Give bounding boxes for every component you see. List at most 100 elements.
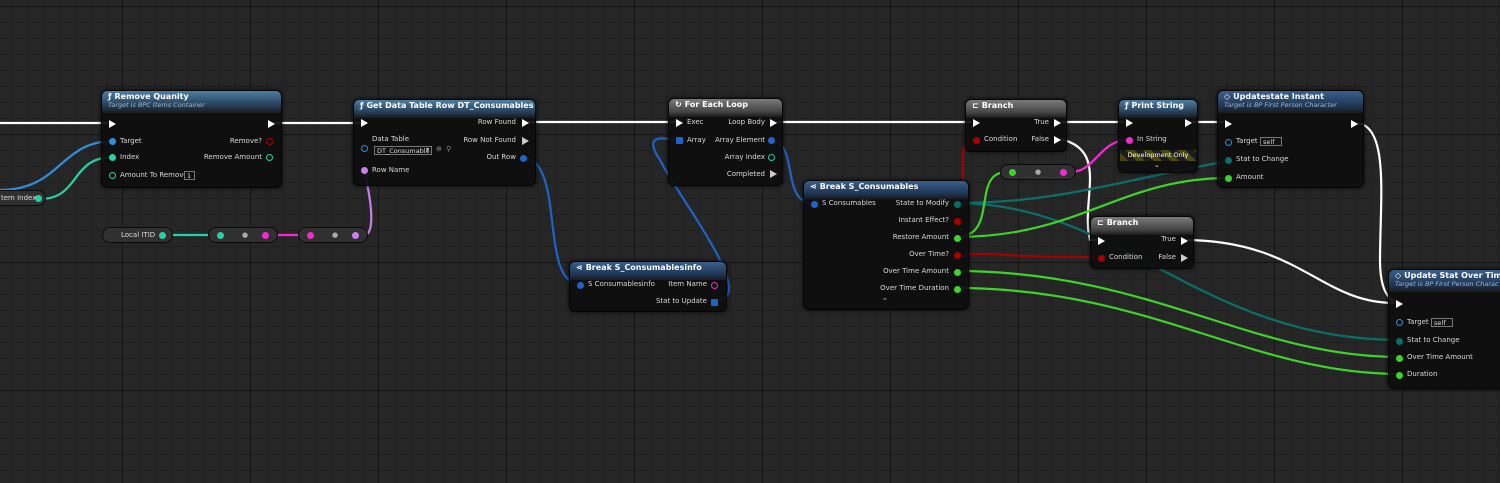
string-output-pin[interactable] bbox=[711, 282, 718, 289]
collapse-icon[interactable]: ⌃ bbox=[882, 297, 888, 305]
bool-output-pin[interactable] bbox=[266, 138, 273, 145]
exec-output-pin[interactable] bbox=[1181, 237, 1188, 245]
chevron-down-icon[interactable]: ⌄ bbox=[1154, 161, 1160, 169]
array-output-pin[interactable] bbox=[711, 299, 718, 306]
string-input-pin[interactable] bbox=[307, 232, 314, 239]
exec-output-pin[interactable] bbox=[1351, 120, 1358, 128]
float-input-pin[interactable] bbox=[1225, 175, 1232, 182]
chevron-down-icon[interactable]: ▾ bbox=[426, 146, 429, 153]
float-output-pin[interactable] bbox=[954, 286, 961, 293]
float-input-pin[interactable] bbox=[1396, 372, 1403, 379]
struct-output-pin[interactable] bbox=[768, 137, 775, 144]
exec-input-pin[interactable] bbox=[1126, 119, 1133, 127]
name-output-pin[interactable] bbox=[352, 232, 359, 239]
updatestate-instant-node[interactable]: ◇ Updatestate Instant Target is BP First … bbox=[1217, 90, 1364, 188]
enum-input-pin[interactable] bbox=[1225, 157, 1232, 164]
node-header[interactable]: ⋖ Break S_Consumablesinfo bbox=[570, 262, 726, 280]
int-input-pin[interactable] bbox=[109, 154, 116, 161]
bool-output-pin[interactable] bbox=[954, 252, 961, 259]
exec-output-pin[interactable] bbox=[1054, 119, 1061, 127]
break-consumablesinfo-node[interactable]: ⋖ Break S_Consumablesinfo S Consumablesin… bbox=[569, 261, 727, 312]
target-input-field[interactable]: self bbox=[1260, 137, 1282, 146]
conversion-icon: ● bbox=[242, 231, 249, 239]
target-label: Target bbox=[120, 137, 142, 145]
exec-output-pin[interactable] bbox=[770, 119, 777, 127]
exec-output-pin[interactable] bbox=[522, 137, 529, 145]
exec-input-pin[interactable] bbox=[1098, 237, 1105, 245]
bool-input-pin[interactable] bbox=[973, 137, 980, 144]
string-output-pin[interactable] bbox=[1060, 169, 1067, 176]
object-input-pin[interactable] bbox=[1396, 319, 1403, 326]
branch-node[interactable]: ⊏ Branch True Condition False bbox=[1090, 216, 1194, 269]
array-input-pin[interactable] bbox=[676, 137, 683, 144]
exec-output-pin[interactable] bbox=[1185, 119, 1192, 127]
exec-input-pin[interactable] bbox=[109, 120, 116, 128]
node-header[interactable]: ⊏ Branch bbox=[1091, 217, 1193, 235]
bool-output-pin[interactable] bbox=[954, 218, 961, 225]
node-header[interactable]: ◇ Updatestate Instant Target is BP First … bbox=[1218, 91, 1363, 113]
exec-input-pin[interactable] bbox=[1225, 120, 1232, 128]
name-input-pin[interactable] bbox=[361, 167, 368, 174]
exec-input-pin[interactable] bbox=[1396, 300, 1403, 308]
node-header[interactable]: ƒ Print String bbox=[1119, 100, 1197, 118]
int-output-pin[interactable] bbox=[266, 154, 273, 161]
remove-quantity-node[interactable]: ƒ Remove Quanity Target is BPC Items Cont… bbox=[101, 90, 282, 188]
false-label: False bbox=[1158, 253, 1176, 261]
object-input-pin[interactable] bbox=[109, 138, 116, 145]
node-header[interactable]: ⋖ Break S_Consumables bbox=[804, 181, 968, 199]
amount-input-field[interactable]: 1 bbox=[184, 171, 195, 180]
exec-input-pin[interactable] bbox=[676, 119, 683, 127]
float-input-pin[interactable] bbox=[1396, 355, 1403, 362]
int-output-pin[interactable] bbox=[35, 195, 42, 202]
int-to-string-node[interactable]: ● bbox=[208, 227, 278, 243]
local-itid-label: Local ITID bbox=[121, 231, 156, 239]
break-consumables-node[interactable]: ⋖ Break S_Consumables S Consumables State… bbox=[803, 180, 969, 310]
enum-output-pin[interactable] bbox=[954, 201, 961, 208]
exec-input-pin[interactable] bbox=[361, 119, 368, 127]
enum-input-pin[interactable] bbox=[1396, 338, 1403, 345]
int-output-pin[interactable] bbox=[159, 232, 166, 239]
int-input-pin[interactable] bbox=[217, 232, 224, 239]
node-title: Print String bbox=[1131, 101, 1185, 110]
exec-output-pin[interactable] bbox=[522, 119, 529, 127]
browse-icon[interactable]: ⊕ bbox=[436, 145, 442, 153]
bool-input-pin[interactable] bbox=[1098, 255, 1105, 262]
branch-node[interactable]: ⊏ Branch True Condition False bbox=[965, 99, 1067, 152]
node-header[interactable]: ƒ Remove Quanity Target is BPC Items Cont… bbox=[102, 91, 281, 113]
string-output-pin[interactable] bbox=[262, 232, 269, 239]
print-string-node[interactable]: ƒ Print String In String Development Only… bbox=[1118, 99, 1198, 173]
node-header[interactable]: ⊏ Branch bbox=[966, 100, 1066, 118]
data-table-dropdown[interactable]: DT_Consumable bbox=[374, 146, 432, 155]
object-input-pin[interactable] bbox=[1225, 139, 1232, 146]
exec-output-pin[interactable] bbox=[1181, 254, 1188, 262]
float-output-pin[interactable] bbox=[954, 269, 961, 276]
search-icon[interactable]: ⚲ bbox=[446, 145, 451, 153]
struct-output-pin[interactable] bbox=[520, 155, 527, 162]
update-stat-over-time-node[interactable]: ◇ Update Stat Over Time Target is BP Firs… bbox=[1388, 269, 1500, 389]
duration-label: Duration bbox=[1407, 370, 1438, 378]
node-header[interactable]: ƒ Get Data Table Row DT_Consumables bbox=[354, 100, 535, 118]
node-header[interactable]: ↻ For Each Loop bbox=[669, 99, 782, 117]
object-wire bbox=[0, 139, 113, 192]
struct-input-pin[interactable] bbox=[577, 282, 584, 289]
float-output-pin[interactable] bbox=[954, 235, 961, 242]
float-input-pin[interactable] bbox=[1009, 169, 1016, 176]
item-index-variable[interactable]: tem Index bbox=[0, 190, 46, 206]
get-data-table-row-node[interactable]: ƒ Get Data Table Row DT_Consumables Row F… bbox=[353, 99, 536, 186]
object-input-pin[interactable] bbox=[361, 145, 368, 152]
exec-input-pin[interactable] bbox=[973, 119, 980, 127]
target-input-field[interactable]: self bbox=[1431, 318, 1453, 327]
string-input-pin[interactable] bbox=[1126, 137, 1133, 144]
for-each-loop-node[interactable]: ↻ For Each Loop Exec Loop Body Array Arra… bbox=[668, 98, 783, 186]
struct-input-pin[interactable] bbox=[811, 201, 818, 208]
node-header[interactable]: ◇ Update Stat Over Time Target is BP Firs… bbox=[1389, 270, 1500, 292]
float-to-string-node[interactable]: ● bbox=[1000, 164, 1076, 180]
string-to-name-node[interactable]: ● bbox=[298, 227, 368, 243]
condition-label: Condition bbox=[1109, 253, 1143, 261]
local-itid-variable[interactable]: Local ITID bbox=[102, 227, 173, 243]
int-input-pin[interactable] bbox=[109, 172, 116, 179]
int-output-pin[interactable] bbox=[768, 154, 775, 161]
exec-output-pin[interactable] bbox=[268, 120, 275, 128]
exec-output-pin[interactable] bbox=[770, 170, 777, 178]
exec-output-pin[interactable] bbox=[1054, 136, 1061, 144]
